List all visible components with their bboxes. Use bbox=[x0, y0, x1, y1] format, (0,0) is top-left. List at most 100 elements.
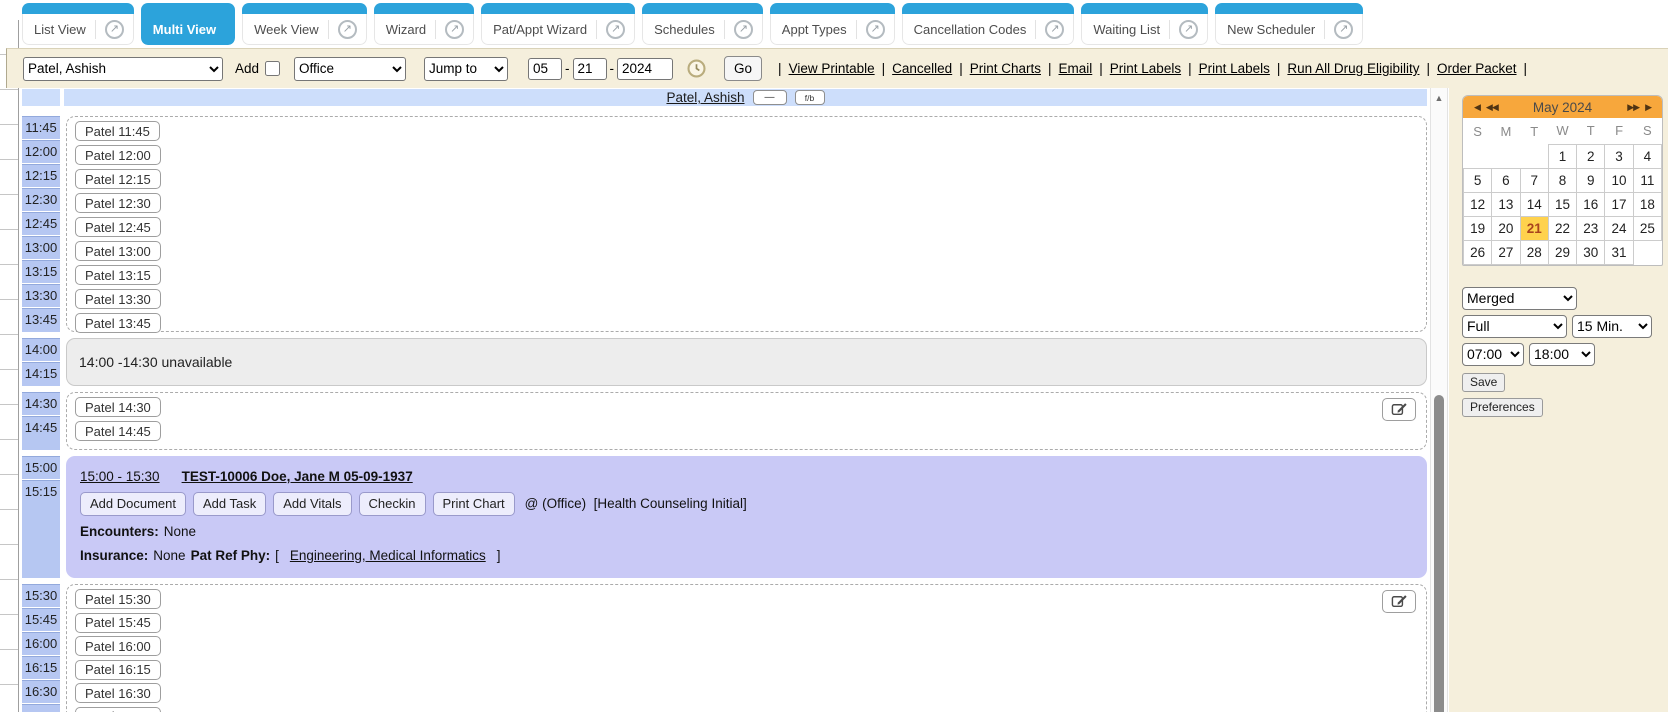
calendar-day[interactable]: 1 bbox=[1548, 144, 1576, 168]
calendar-day[interactable]: 23 bbox=[1577, 216, 1605, 240]
appointment-time-link[interactable]: 15:00 - 15:30 bbox=[80, 469, 160, 484]
open-slot-button[interactable]: Patel 15:45 bbox=[75, 613, 161, 633]
calendar-day[interactable]: 29 bbox=[1548, 240, 1576, 264]
open-in-new-icon[interactable]: ↗ bbox=[866, 20, 885, 39]
toolbar-link[interactable]: Order Packet bbox=[1437, 61, 1517, 76]
tab-pat-appt-wizard[interactable]: Pat/Appt Wizard↗ bbox=[481, 3, 635, 45]
calendar-day[interactable]: 19 bbox=[1464, 216, 1492, 240]
calendar-day[interactable]: 20 bbox=[1492, 216, 1520, 240]
tab-week-view[interactable]: Week View↗ bbox=[242, 3, 367, 45]
tab-new-scheduler[interactable]: New Scheduler↗ bbox=[1215, 3, 1363, 45]
open-slot-button[interactable]: Patel 13:30 bbox=[75, 289, 161, 309]
open-slot-button[interactable]: Patel 12:45 bbox=[75, 217, 161, 237]
appointment-action-button[interactable]: Add Vitals bbox=[273, 492, 351, 516]
interval-select[interactable]: 15 Min. bbox=[1572, 315, 1652, 338]
toolbar-link[interactable]: Cancelled bbox=[892, 61, 952, 76]
open-in-new-icon[interactable]: ↗ bbox=[1179, 20, 1198, 39]
calendar-day[interactable]: 4 bbox=[1633, 144, 1661, 168]
day-input[interactable] bbox=[573, 58, 607, 80]
open-slot-button[interactable]: Patel 12:30 bbox=[75, 193, 161, 213]
calendar-day[interactable]: 6 bbox=[1492, 168, 1520, 192]
scrollbar-thumb[interactable] bbox=[1434, 395, 1444, 712]
open-slot-button[interactable]: Patel 14:45 bbox=[75, 421, 161, 441]
tab-schedules[interactable]: Schedules↗ bbox=[642, 3, 763, 45]
open-in-new-icon[interactable]: ↗ bbox=[606, 20, 625, 39]
open-slot-button[interactable]: Patel 16:45 bbox=[75, 707, 161, 712]
open-in-new-icon[interactable]: ↗ bbox=[1334, 20, 1353, 39]
open-in-new-icon[interactable]: ↗ bbox=[734, 20, 753, 39]
calendar-day[interactable]: 15 bbox=[1548, 192, 1576, 216]
open-in-new-icon[interactable]: ↗ bbox=[1045, 20, 1064, 39]
tab-appt-types[interactable]: Appt Types↗ bbox=[770, 3, 895, 45]
calendar-day[interactable]: 17 bbox=[1605, 192, 1633, 216]
open-slot-button[interactable]: Patel 13:45 bbox=[75, 313, 161, 333]
calendar-day[interactable]: 21 bbox=[1520, 216, 1548, 240]
toolbar-link[interactable]: Print Labels bbox=[1110, 61, 1181, 76]
go-button[interactable]: Go bbox=[724, 56, 762, 81]
patient-link[interactable]: TEST-10006 Doe, Jane M 05-09-1937 bbox=[182, 469, 413, 484]
toolbar-link[interactable]: Print Labels bbox=[1199, 61, 1270, 76]
referring-physician-link[interactable]: Engineering, Medical Informatics bbox=[290, 548, 486, 563]
edit-availability-button[interactable] bbox=[1382, 398, 1416, 421]
calendar-day[interactable]: 22 bbox=[1548, 216, 1576, 240]
calendar-day[interactable]: 26 bbox=[1464, 240, 1492, 264]
preferences-button[interactable]: Preferences bbox=[1462, 398, 1543, 417]
calendar-day[interactable]: 18 bbox=[1633, 192, 1661, 216]
open-slot-button[interactable]: Patel 16:30 bbox=[75, 683, 161, 703]
toolbar-link[interactable]: Print Charts bbox=[970, 61, 1041, 76]
open-in-new-icon[interactable]: ↗ bbox=[105, 20, 124, 39]
calendar-day[interactable]: 5 bbox=[1464, 168, 1492, 192]
calendar-day[interactable]: 13 bbox=[1492, 192, 1520, 216]
calendar-day[interactable]: 30 bbox=[1577, 240, 1605, 264]
edit-availability-button[interactable] bbox=[1382, 590, 1416, 613]
calendar-day[interactable]: 9 bbox=[1577, 168, 1605, 192]
calendar-day[interactable]: 31 bbox=[1605, 240, 1633, 264]
month-input[interactable] bbox=[528, 58, 562, 80]
open-slot-button[interactable]: Patel 13:15 bbox=[75, 265, 161, 285]
minimize-column-button[interactable]: — bbox=[753, 90, 787, 105]
save-button[interactable]: Save bbox=[1462, 373, 1505, 392]
view-mode-select[interactable]: Merged bbox=[1462, 287, 1577, 310]
provider-select[interactable]: Patel, Ashish bbox=[23, 57, 223, 81]
zoom-select[interactable]: Full bbox=[1462, 315, 1567, 338]
calendar-day[interactable]: 16 bbox=[1577, 192, 1605, 216]
appointment-action-button[interactable]: Print Chart bbox=[433, 492, 515, 516]
start-time-select[interactable]: 07:00 bbox=[1462, 343, 1524, 366]
fb-button[interactable]: f/b bbox=[795, 90, 825, 105]
next-single-arrow-icon[interactable]: ▶ bbox=[1645, 102, 1651, 113]
prev-double-arrow-icon[interactable]: ◀◀ bbox=[1486, 102, 1498, 113]
prev-single-arrow-icon[interactable]: ◀ bbox=[1474, 102, 1480, 113]
appointment-action-button[interactable]: Add Task bbox=[193, 492, 266, 516]
calendar-day[interactable]: 27 bbox=[1492, 240, 1520, 264]
calendar-day[interactable]: 10 bbox=[1605, 168, 1633, 192]
calendar-day[interactable]: 7 bbox=[1520, 168, 1548, 192]
calendar-day[interactable]: 24 bbox=[1605, 216, 1633, 240]
facility-select[interactable]: Office bbox=[294, 57, 406, 81]
open-slot-button[interactable]: Patel 12:15 bbox=[75, 169, 161, 189]
year-input[interactable] bbox=[617, 58, 673, 80]
schedule-scrollbar[interactable]: ▲ bbox=[1430, 88, 1448, 712]
open-slot-button[interactable]: Patel 12:00 bbox=[75, 145, 161, 165]
open-slot-button[interactable]: Patel 11:45 bbox=[75, 121, 160, 141]
toolbar-link[interactable]: Email bbox=[1059, 61, 1093, 76]
open-in-new-icon[interactable]: ↗ bbox=[445, 20, 464, 39]
open-slot-button[interactable]: Patel 16:15 bbox=[75, 660, 161, 680]
calendar-day[interactable]: 11 bbox=[1633, 168, 1661, 192]
open-slot-button[interactable]: Patel 15:30 bbox=[75, 589, 161, 609]
calendar-day[interactable]: 28 bbox=[1520, 240, 1548, 264]
calendar-day[interactable]: 2 bbox=[1577, 144, 1605, 168]
calendar-day[interactable]: 25 bbox=[1633, 216, 1661, 240]
toolbar-link[interactable]: View Printable bbox=[789, 61, 875, 76]
calendar-day[interactable]: 12 bbox=[1464, 192, 1492, 216]
scroll-up-icon[interactable]: ▲ bbox=[1431, 88, 1447, 106]
appointment-action-button[interactable]: Add Document bbox=[80, 492, 186, 516]
tab-wizard[interactable]: Wizard↗ bbox=[374, 3, 474, 45]
tab-list-view[interactable]: List View↗ bbox=[22, 3, 134, 45]
tab-waiting-list[interactable]: Waiting List↗ bbox=[1081, 3, 1208, 45]
jump-to-select[interactable]: Jump to bbox=[424, 57, 508, 81]
tab-cancellation-codes[interactable]: Cancellation Codes↗ bbox=[902, 3, 1075, 45]
end-time-select[interactable]: 18:00 bbox=[1529, 343, 1595, 366]
add-checkbox[interactable] bbox=[265, 61, 280, 76]
clock-icon[interactable] bbox=[687, 59, 706, 78]
provider-header-link[interactable]: Patel, Ashish bbox=[666, 90, 744, 105]
